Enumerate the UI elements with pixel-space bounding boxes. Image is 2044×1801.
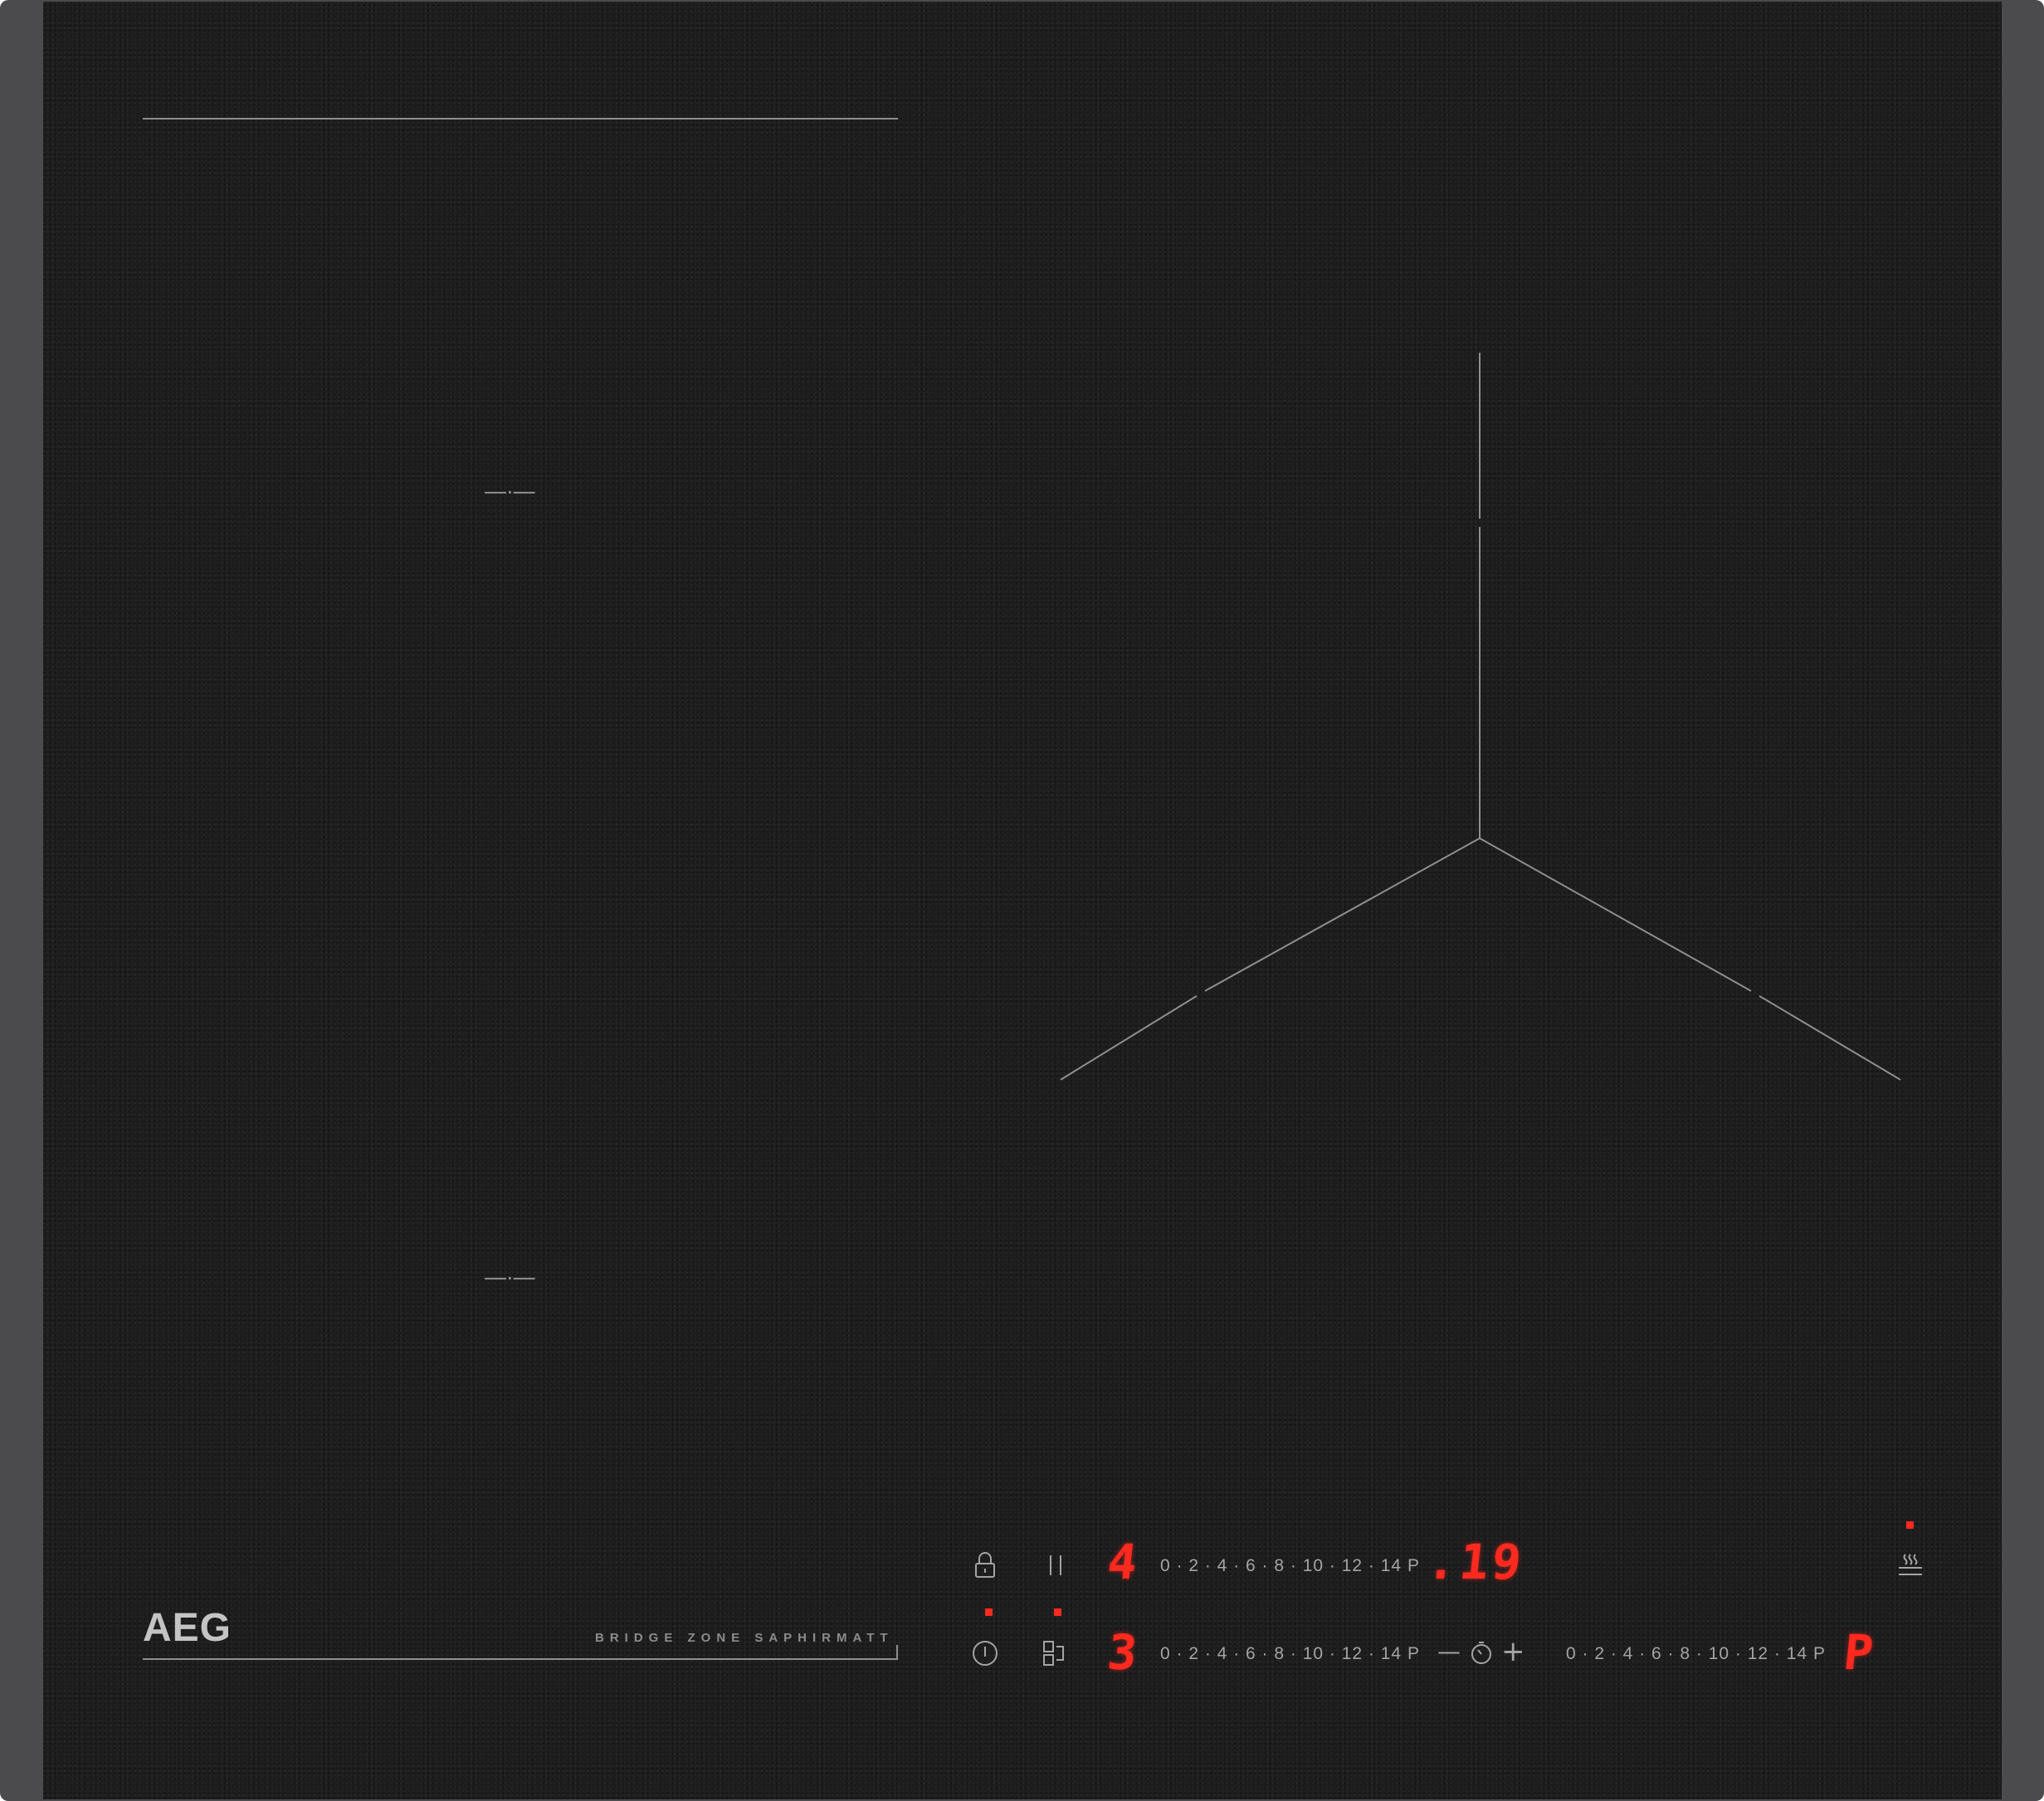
cooktop: —·— —·— AEG BRIDGE ZONE SAPHIRMATT 4 0 ·…: [0, 0, 2044, 1801]
zone-bottom-tick: [896, 1645, 898, 1659]
timer-minus-button[interactable]: —: [1437, 1637, 1461, 1665]
zone-level-display-2: 3: [1105, 1624, 1140, 1681]
brand-logo: AEG: [143, 1606, 232, 1650]
pause-indicator: [1054, 1608, 1061, 1616]
hob-hood-indicator: [1906, 1521, 1914, 1529]
glass-surface: —·— —·— AEG BRIDGE ZONE SAPHIRMATT 4 0 ·…: [43, 2, 2002, 1799]
zone-bottom-line: [143, 1658, 898, 1660]
timer-icon[interactable]: [1470, 1641, 1493, 1666]
timer-plus-button[interactable]: +: [1501, 1635, 1525, 1668]
zone-level-display-1: 4: [1105, 1534, 1140, 1590]
power-slider-row2-right[interactable]: 0 · 2 · 4 · 6 · 8 · 10 · 12 · 14 P: [1566, 1644, 1826, 1664]
power-icon[interactable]: [970, 1638, 1000, 1668]
power-slider-row2-left[interactable]: 0 · 2 · 4 · 6 · 8 · 10 · 12 · 14 P: [1160, 1644, 1420, 1664]
pause-icon[interactable]: [1046, 1553, 1066, 1578]
right-zone-level-display: P: [1841, 1624, 1876, 1681]
hob-hood-icon[interactable]: [1895, 1550, 1925, 1579]
bridge-icon[interactable]: [1042, 1638, 1068, 1668]
power-slider-row1[interactable]: 0 · 2 · 4 · 6 · 8 · 10 · 12 · 14 P: [1160, 1556, 1420, 1576]
zone-divider-lines: [1060, 353, 1901, 1081]
brand-subtitle: BRIDGE ZONE SAPHIRMATT: [595, 1631, 894, 1645]
timer-display: .19: [1424, 1534, 1528, 1590]
lock-indicator: [985, 1608, 993, 1616]
lock-icon[interactable]: [973, 1551, 998, 1579]
